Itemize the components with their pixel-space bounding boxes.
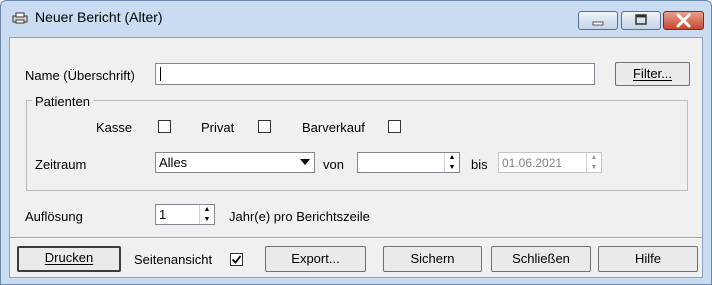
spin-up-icon[interactable]: ▲	[445, 153, 459, 163]
sichern-button[interactable]: Sichern	[383, 246, 482, 272]
aufloesung-label: Auflösung	[25, 209, 83, 224]
privat-label: Privat	[201, 120, 235, 135]
aufloesung-spinbox[interactable]: 1 ▲ ▼	[155, 204, 215, 225]
von-spinner[interactable]: ▲ ▼	[444, 153, 459, 172]
bis-spinner[interactable]: ▲ ▼	[586, 153, 601, 172]
zeitraum-select[interactable]: Alles	[155, 152, 315, 173]
drucken-button[interactable]: Drucken	[17, 246, 121, 272]
zeitraum-label: Zeitraum	[35, 157, 87, 172]
bis-date-input[interactable]: 01.06.2021 ▲ ▼	[498, 152, 602, 173]
spin-down-icon[interactable]: ▼	[445, 163, 459, 173]
spin-up-icon[interactable]: ▲	[200, 205, 214, 215]
privat-checkbox[interactable]	[258, 120, 271, 133]
close-button[interactable]	[663, 11, 704, 30]
maximize-button[interactable]	[621, 11, 661, 30]
patienten-group	[26, 100, 688, 191]
drucken-button-label: Drucken	[44, 250, 94, 265]
barverkauf-checkbox[interactable]	[388, 120, 401, 133]
hilfe-button-label: Hilfe	[634, 251, 661, 266]
bis-date-value: 01.06.2021	[502, 156, 563, 170]
printer-icon	[12, 12, 28, 24]
von-label: von	[323, 157, 344, 172]
name-label: Name (Überschrift)	[25, 68, 135, 83]
bis-label: bis	[471, 157, 488, 172]
maximize-icon	[635, 14, 647, 25]
checkmark-icon	[231, 255, 242, 264]
filter-button[interactable]: Filter...	[615, 62, 690, 86]
aufloesung-spinner[interactable]: ▲ ▼	[199, 205, 214, 224]
chevron-down-icon	[300, 159, 310, 165]
seitenansicht-label: Seitenansicht	[134, 252, 213, 267]
seitenansicht-checkbox[interactable]	[230, 253, 243, 266]
spin-up-icon[interactable]: ▲	[587, 153, 601, 163]
zeitraum-select-value: Alles	[159, 155, 188, 170]
spin-down-icon[interactable]: ▼	[200, 215, 214, 225]
filter-button-label: Filter...	[632, 66, 672, 81]
patienten-legend: Patienten	[32, 94, 93, 109]
title-bar[interactable]: Neuer Bericht (Alter)	[1, 1, 711, 31]
schliessen-button-label: Schließen	[512, 251, 570, 266]
close-icon	[676, 13, 691, 28]
barverkauf-label: Barverkauf	[302, 120, 365, 135]
export-button-label: Export...	[291, 251, 340, 266]
aufloesung-suffix: Jahr(e) pro Berichtszeile	[229, 209, 370, 224]
aufloesung-value: 1	[159, 207, 167, 222]
export-button[interactable]: Export...	[265, 246, 366, 272]
name-input[interactable]	[155, 63, 595, 85]
dialog-window: Neuer Bericht (Alter) Name (Überschrift)…	[0, 0, 712, 285]
sichern-button-label: Sichern	[410, 251, 455, 266]
window-title: Neuer Bericht (Alter)	[35, 9, 163, 25]
footer-separator	[10, 237, 702, 239]
schliessen-button[interactable]: Schließen	[491, 246, 591, 272]
von-date-input[interactable]: ▲ ▼	[357, 152, 460, 173]
text-caret	[160, 67, 161, 81]
kasse-label: Kasse	[96, 120, 133, 135]
minimize-button[interactable]	[578, 11, 618, 30]
kasse-checkbox[interactable]	[158, 120, 171, 133]
spin-down-icon[interactable]: ▼	[587, 163, 601, 173]
hilfe-button[interactable]: Hilfe	[598, 246, 698, 272]
dialog-body: Name (Überschrift) Filter... Patienten K…	[9, 37, 703, 278]
minimize-icon	[592, 21, 604, 26]
